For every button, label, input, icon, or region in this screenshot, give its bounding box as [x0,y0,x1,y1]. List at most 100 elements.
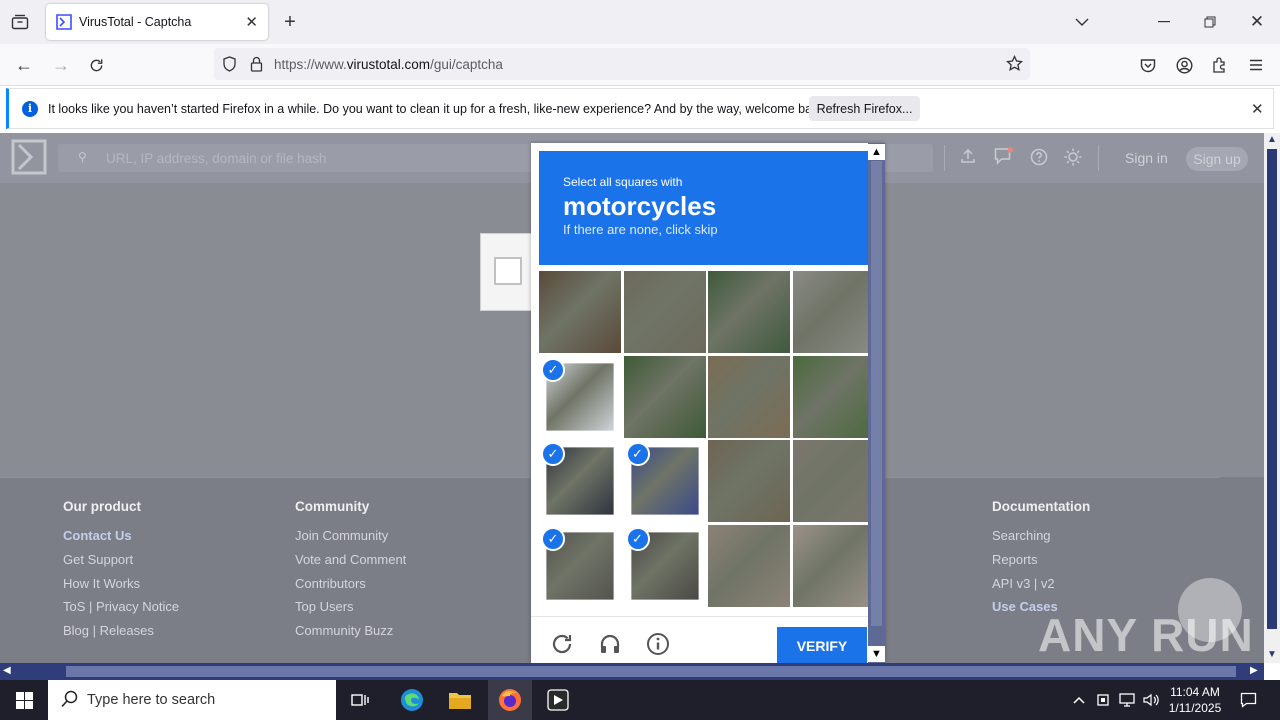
footer-link[interactable]: Vote and Comment [295,552,406,576]
scroll-up-icon[interactable]: ▲ [1267,134,1277,145]
restore-icon[interactable] [1198,10,1222,34]
app-icon[interactable] [538,680,578,720]
close-window-icon[interactable]: ✕ [1245,10,1269,34]
footer-link[interactable]: Get Support [63,552,179,576]
task-view-icon[interactable] [342,680,378,720]
tab-bar: VirusTotal - Captcha ✕ + ✕ [0,0,1280,44]
captcha-tile[interactable] [623,355,706,438]
captcha-tile[interactable] [792,271,875,353]
info-icon[interactable] [645,631,671,657]
reload-icon[interactable] [84,53,108,77]
navigation-bar: ← → https://www. virustotal.com/gui/captc… [0,44,1280,86]
scroll-down-icon[interactable]: ▼ [1267,649,1277,660]
footer-heading: Community [295,499,370,514]
close-tab-icon[interactable]: ✕ [245,13,258,31]
volume-icon[interactable] [1142,680,1160,720]
footer-link[interactable]: Community Buzz [295,623,406,647]
sign-up-button[interactable]: Sign up [1186,147,1248,171]
footer-link[interactable]: ToS | Privacy Notice [63,599,179,623]
captcha-tile[interactable] [708,524,790,607]
windows-start-icon[interactable] [0,680,48,720]
chevron-up-icon[interactable] [1070,680,1088,720]
captcha-tile[interactable] [792,440,875,522]
captcha-tile[interactable] [792,524,875,607]
notification-text: It looks like you haven’t started Firefo… [48,101,829,116]
captcha-checkbox[interactable] [494,257,522,285]
scroll-up-icon[interactable]: ▲ [868,144,885,160]
footer-col-product: Our product Contact Us Get Support How I… [63,499,179,647]
captcha-tile[interactable] [708,355,790,438]
captcha-prompt: Select all squares with motorcycles If t… [539,151,868,265]
divider [1098,145,1099,171]
edge-icon[interactable] [394,680,430,720]
minimize-icon[interactable] [1152,10,1176,34]
firefox-icon[interactable] [488,680,532,720]
extensions-icon[interactable] [1208,53,1232,77]
forward-icon[interactable]: → [49,53,73,77]
pocket-icon[interactable] [1136,53,1160,77]
taskbar-search-input[interactable]: Type here to search [48,680,336,720]
captcha-tile[interactable] [708,271,790,353]
verify-button[interactable]: VERIFY [777,627,867,663]
footer-link[interactable]: Top Users [295,599,406,623]
url-bar[interactable]: https://www. virustotal.com/gui/captcha [214,48,1030,80]
scroll-right-icon[interactable]: ▶ [1250,665,1258,676]
page-horizontal-scrollbar[interactable]: ◀ ▶ [0,663,1264,680]
tab-virustotal[interactable]: VirusTotal - Captcha ✕ [46,4,268,40]
clock-date: 1/11/2025 [1168,701,1222,715]
shield-icon[interactable] [222,56,237,75]
new-tab-icon[interactable]: + [278,10,302,34]
scroll-left-icon[interactable]: ◀ [3,665,11,676]
help-icon[interactable] [1030,148,1048,171]
tab-overview-icon[interactable] [8,10,32,34]
checkmark-icon: ✓ [625,442,650,466]
scrollbar-thumb[interactable] [1267,149,1277,629]
close-notification-icon[interactable]: ✕ [1251,100,1264,118]
captcha-tile[interactable] [539,271,621,353]
lock-icon[interactable] [250,56,263,75]
notifications-icon[interactable] [994,147,1014,170]
footer-link[interactable]: API v3 | v2 [992,576,1090,600]
menu-icon[interactable] [1244,53,1268,77]
captcha-tile[interactable] [623,271,706,353]
footer-link[interactable]: Contributors [295,576,406,600]
upload-icon[interactable] [960,148,976,169]
captcha-tile[interactable] [708,440,790,522]
chat-bubble-icon[interactable] [1178,578,1242,642]
captcha-tile[interactable] [792,355,875,438]
audio-challenge-icon[interactable] [597,631,623,657]
theme-toggle-icon[interactable] [1064,148,1082,171]
reload-challenge-icon[interactable] [549,631,575,657]
captcha-footer: VERIFY [531,616,868,663]
search-icon: ⚲ [78,150,87,164]
url-domain: virustotal.com [346,56,431,72]
network-icon[interactable] [1118,680,1136,720]
footer-link[interactable]: Blog | Releases [63,623,179,647]
chevron-down-icon[interactable] [1070,10,1094,34]
usb-icon[interactable] [1094,680,1112,720]
bookmark-star-icon[interactable] [1006,54,1023,75]
footer-link[interactable]: How It Works [63,576,179,600]
scrollbar-thumb[interactable] [66,666,1236,677]
sign-in-link[interactable]: Sign in [1125,150,1168,166]
footer-link[interactable]: Contact Us [63,528,179,552]
footer-link[interactable]: Searching [992,528,1090,552]
account-icon[interactable] [1172,53,1196,77]
virustotal-logo-icon[interactable] [11,139,47,175]
footer-link[interactable]: Reports [992,552,1090,576]
footer-link[interactable]: Join Community [295,528,406,552]
scroll-down-icon[interactable]: ▼ [868,646,885,662]
captcha-scrollbar[interactable]: ▲ ▼ [868,143,885,663]
notification-center-icon[interactable] [1234,680,1262,720]
notification-bar: i It looks like you haven’t started Fire… [6,88,1274,129]
file-explorer-icon[interactable] [442,680,478,720]
refresh-firefox-button[interactable]: Refresh Firefox... [809,96,920,121]
divider [944,145,945,171]
back-icon[interactable]: ← [12,53,36,77]
captcha-challenge: Select all squares with motorcycles If t… [531,143,885,663]
footer-heading: Our product [63,499,141,514]
captcha-instruction: Select all squares with [563,175,683,189]
clock[interactable]: 11:04 AM 1/11/2025 [1166,684,1224,716]
page-vertical-scrollbar[interactable]: ▲ ▼ [1264,133,1280,663]
scrollbar-thumb[interactable] [871,161,882,626]
